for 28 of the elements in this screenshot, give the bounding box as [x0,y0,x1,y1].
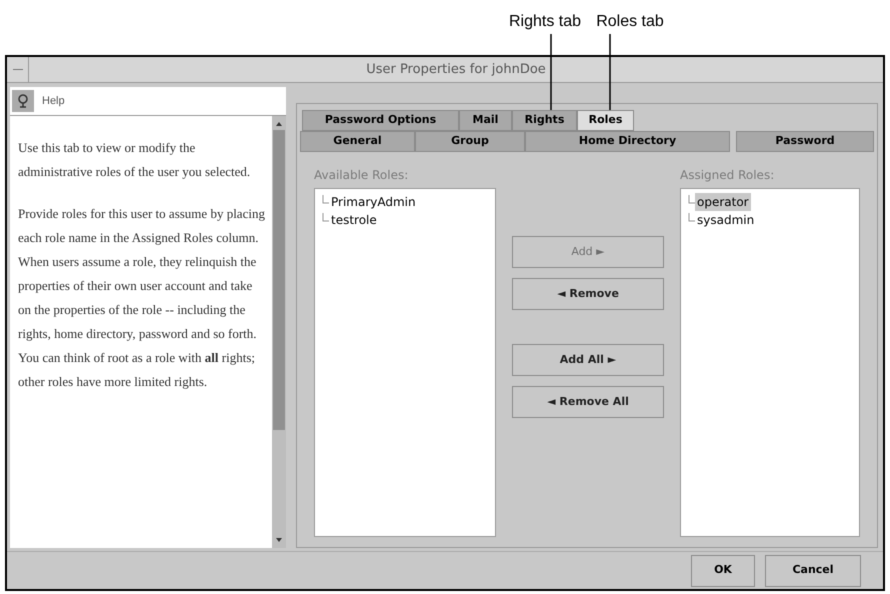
role-item[interactable]: PrimaryAdmin [329,193,418,211]
tab[interactable]: Password Options [302,110,459,131]
tab[interactable]: Home Directory [525,131,730,152]
tab[interactable]: Password [736,131,874,152]
role-item[interactable]: testrole [329,211,379,229]
dialog-button[interactable]: OK [691,554,755,586]
move-button[interactable]: ◄ Remove [512,278,664,310]
minus-icon [12,68,22,70]
help-paragraph: Provide roles for this user to assume by placing each role name in the Assigned Roles column. When users assume a role, they relinquish the properties of their own user account and take on the properties of the role -- including the rights, home directory, password and so forth. You can think of root as a role with all rights; other roles have more limited rights. [18,205,266,391]
tab[interactable]: Roles [577,110,634,131]
list-label: Available Roles: [314,167,410,184]
scroll-thumb[interactable] [273,130,285,430]
role-item[interactable]: operator [695,193,751,211]
callout-label: Roles tab [596,12,664,32]
dialog-button[interactable]: Cancel [765,554,861,586]
tab[interactable]: Rights [512,110,577,131]
move-button[interactable]: ◄ Remove All [512,386,664,418]
tab[interactable]: General [300,131,415,152]
scrollbar[interactable] [272,116,286,548]
tab[interactable]: Mail [459,110,512,131]
help-paragraph: Use this tab to view or modify the administrative roles of the user you selected. [18,139,252,181]
window-title: User Properties for johnDoe [365,60,547,79]
role-item[interactable]: sysadmin [695,211,756,229]
callout-label: Rights tab [508,12,582,32]
help-title: Help [42,94,65,109]
list-label: Assigned Roles: [680,167,776,184]
move-button[interactable]: Add All ► [512,344,664,376]
tab[interactable]: Group [415,131,525,152]
